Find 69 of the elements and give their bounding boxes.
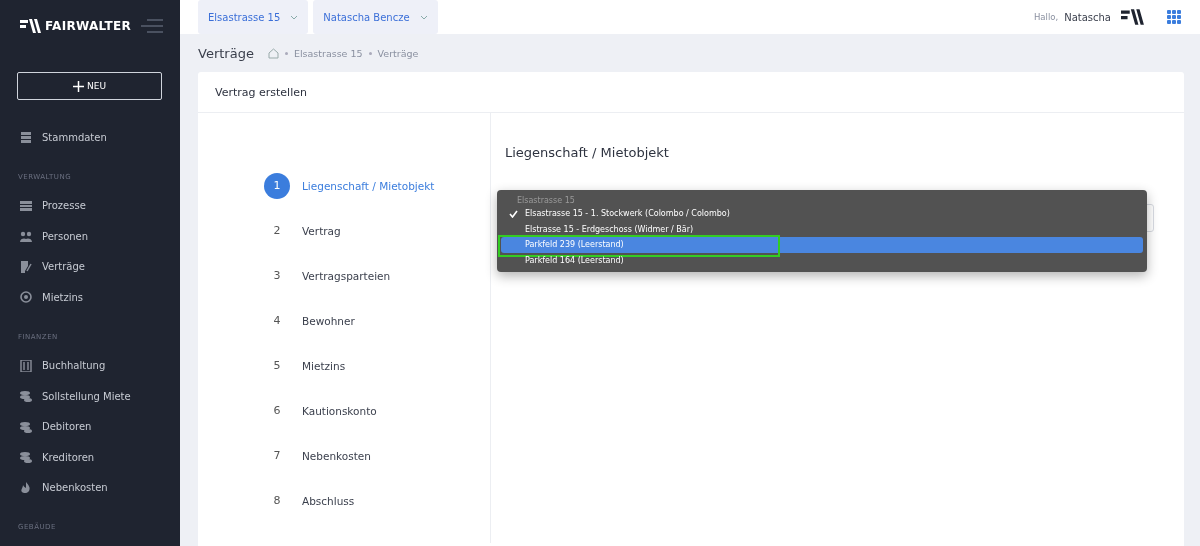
dropdown-option[interactable]: Parkfeld 164 (Leerstand) [501, 252, 1143, 268]
wizard-step[interactable]: 4 Bewohner [264, 298, 490, 343]
item-label: Debitoren [42, 421, 92, 433]
avatar-icon[interactable] [1121, 6, 1145, 28]
item-label: Kreditoren [42, 451, 95, 463]
step-number: 1 [264, 172, 290, 199]
database-icon [20, 131, 32, 144]
plus-icon [73, 80, 84, 92]
item-label: Verträge [42, 261, 85, 273]
coins-icon [20, 420, 32, 433]
people-icon [20, 230, 32, 243]
greeting: Hallo, [1033, 12, 1059, 22]
chevron-down-icon [290, 14, 299, 20]
separator-icon [368, 51, 372, 55]
step-number: 6 [272, 403, 282, 419]
item-label: Nebenkosten [42, 482, 108, 494]
step-number: 4 [272, 313, 282, 329]
context-selector[interactable]: Natascha Bencze [313, 0, 438, 34]
dropdown-option[interactable]: Elstrasse 15 - Erdgeschoss (Widmer / Bär) [501, 221, 1143, 237]
wizard-step[interactable]: 6 Kautionskonto [264, 388, 490, 433]
step-number: 5 [272, 358, 282, 374]
context-selector[interactable]: Elsastrasse 15 [198, 0, 309, 34]
dropdown-option[interactable]: Elsastrasse 15 - 1. Stockwerk (Colombo / Colombo) [501, 206, 1143, 222]
wizard-step[interactable]: 3 Vertragsparteien [264, 253, 490, 298]
document-icon [20, 260, 32, 273]
check-icon [508, 209, 518, 218]
chevron-down-icon [419, 14, 428, 20]
coin-icon [20, 291, 32, 304]
page-title: Verträge [198, 45, 254, 61]
sidebar-item[interactable]: Kreditoren [0, 442, 180, 473]
flame-icon [20, 481, 32, 494]
user-name: Natascha [1064, 11, 1111, 23]
separator-icon [284, 51, 288, 55]
sidebar-item[interactable]: Stammdaten [0, 122, 180, 153]
step-number: 8 [272, 493, 282, 509]
item-label: Sollstellung Miete [42, 390, 131, 402]
card-title: Vertrag erstellen [215, 85, 307, 99]
wizard-step[interactable]: 8 Abschluss [264, 478, 490, 523]
item-label: Prozesse [42, 200, 86, 212]
sidebar-item[interactable]: Debitoren [0, 411, 180, 442]
sidebar-item[interactable]: Prozesse [0, 190, 180, 221]
section-title: Liegenschaft / Mietobjekt [505, 145, 670, 160]
wizard-step[interactable]: 2 Vertrag [264, 208, 490, 253]
coins-icon [20, 390, 32, 403]
list-icon [20, 199, 32, 212]
new-button[interactable]: NEU [17, 72, 162, 100]
item-label: Personen [42, 230, 89, 242]
brand-name: FAIRWALTER [45, 19, 132, 33]
sidebar-item[interactable]: Verträge [0, 251, 180, 282]
step-number: 2 [272, 223, 282, 239]
sidebar-item[interactable]: Nebenkosten [0, 472, 180, 503]
wizard-step[interactable]: 1 Liegenschaft / Mietobjekt [264, 163, 490, 208]
item-label: Stammdaten [42, 131, 107, 143]
item-label: Mietzins [42, 291, 84, 303]
option-group-label: Elsastrasse 15 [516, 195, 576, 206]
sidebar-item[interactable]: Mietzins [0, 282, 180, 313]
coins-icon [20, 451, 32, 464]
sidebar-item[interactable]: Buchhaltung [0, 350, 180, 381]
ledger-icon [20, 359, 32, 372]
step-number: 7 [272, 448, 282, 464]
wizard-step[interactable]: 7 Nebenkosten [264, 433, 490, 478]
logo-icon [20, 18, 42, 34]
step-number: 3 [272, 268, 282, 284]
wizard-step[interactable]: 5 Mietzins [264, 343, 490, 388]
sidebar-item[interactable]: Sollstellung Miete [0, 381, 180, 412]
sidebar-item[interactable]: Personen [0, 221, 180, 252]
apps-grid-icon[interactable] [1167, 9, 1182, 25]
item-label: Buchhaltung [42, 360, 106, 372]
menu-icon[interactable] [141, 19, 163, 33]
